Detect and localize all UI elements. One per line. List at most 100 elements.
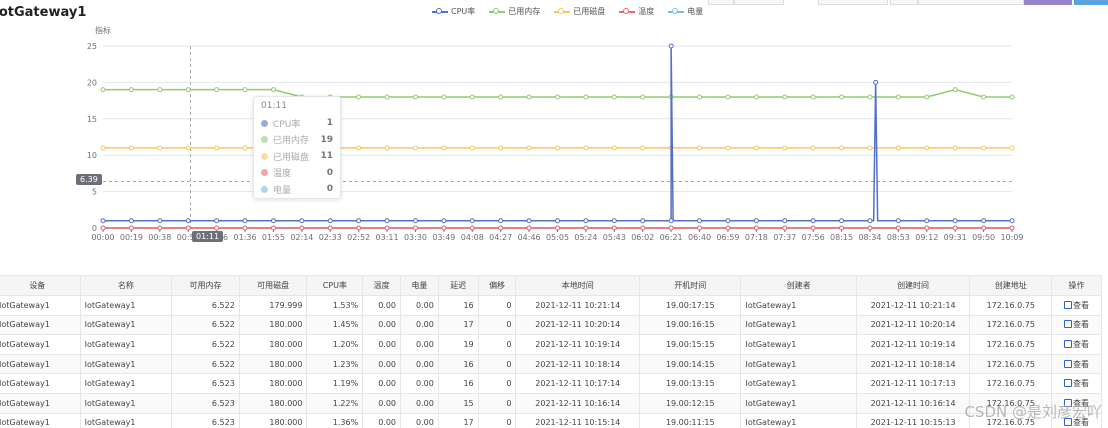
y-tick-label: 20: [87, 78, 97, 87]
table-header-row: 设备 名称 可用内存 可用磁盘 CPU率 温度 电量 延迟 偏移 本地时间 开机时间 创建者 创建时间创…: [0, 275, 1102, 296]
data-point: [583, 145, 589, 151]
table-cell: 6.522: [171, 353, 240, 375]
table-cell: 0: [477, 295, 517, 316]
table-row: IotGateway1 IotGateway1 6.523 180.000 1.36% 0…: [0, 412, 1102, 428]
data-point: [697, 94, 703, 100]
data-point: [725, 145, 731, 151]
series-line: [103, 45, 1012, 222]
column-header[interactable]: CPU率: [306, 275, 364, 296]
data-point: [157, 225, 163, 231]
x-tick-label: 05:43: [603, 233, 626, 242]
edit-icon: [1064, 379, 1073, 388]
x-tick-label: 06:40: [688, 233, 711, 242]
data-point: [981, 225, 987, 231]
data-point: [952, 225, 958, 231]
view-link[interactable]: 查看: [1051, 295, 1102, 316]
table-cell: 0.00: [400, 334, 439, 355]
view-link[interactable]: 查看: [1051, 373, 1102, 394]
device-link[interactable]: IotGateway1: [0, 314, 81, 336]
table-cell: 2021-12-11 10:21:14: [855, 295, 971, 316]
table-cell: 19.00:11:15: [639, 412, 742, 428]
table-row: IotGateway1 IotGateway1 6.523 180.000 1.22% 0…: [0, 392, 1102, 414]
column-header[interactable]: 创建时间: [855, 275, 971, 296]
column-header[interactable]: 可用磁盘: [238, 275, 308, 296]
view-label: 查看: [1073, 300, 1090, 310]
data-point: [412, 218, 418, 224]
table-cell: 16: [437, 353, 479, 375]
column-header[interactable]: 本地时间: [515, 275, 641, 296]
x-tick-label: 04:08: [461, 233, 484, 242]
data-point: [526, 218, 532, 224]
device-link[interactable]: IotGateway1: [0, 373, 81, 394]
column-header[interactable]: 设备: [0, 275, 81, 296]
series-dot-icon: [261, 152, 268, 160]
column-header[interactable]: 操作: [1051, 275, 1102, 296]
column-header[interactable]: 延迟: [437, 275, 479, 296]
data-point: [526, 225, 532, 231]
series-dot-icon: [261, 169, 268, 177]
data-point: [873, 79, 879, 85]
column-header[interactable]: 创建者: [740, 275, 857, 296]
table-cell: 179.999: [238, 295, 308, 316]
data-point: [668, 218, 674, 224]
data-point: [839, 218, 845, 224]
device-link[interactable]: IotGateway1: [0, 353, 81, 375]
tooltip-series-name: 已用内存: [273, 136, 310, 147]
tooltip-series-value: 0: [326, 184, 333, 195]
table-cell: 0: [477, 353, 517, 375]
column-header[interactable]: 名称: [79, 275, 173, 296]
column-header[interactable]: 温度: [362, 275, 402, 296]
data-point: [924, 218, 930, 224]
table-cell: 0.00: [362, 373, 402, 394]
table-cell: 180.000: [238, 412, 308, 428]
table-cell: 6.522: [171, 334, 240, 355]
device-link[interactable]: IotGateway1: [0, 295, 81, 316]
data-point: [839, 225, 845, 231]
data-point: [214, 218, 220, 224]
data-point: [185, 145, 191, 151]
data-point: [725, 218, 731, 224]
table-cell: IotGateway1: [740, 334, 857, 355]
tooltip-series-name: 温度: [273, 169, 292, 180]
table-cell: 1.53%: [306, 295, 364, 316]
data-point: [640, 218, 646, 224]
data-point: [526, 94, 532, 100]
x-tick-label: 02:33: [319, 233, 342, 242]
table-cell: 6.523: [171, 392, 240, 414]
device-link[interactable]: IotGateway1: [0, 412, 81, 428]
table-cell: 6.522: [171, 314, 240, 336]
data-point: [583, 218, 589, 224]
column-header[interactable]: 可用内存: [171, 275, 240, 296]
table-cell: 2021-12-11 10:18:14: [855, 353, 971, 375]
view-link[interactable]: 查看: [1051, 353, 1102, 375]
y-axis-label: 指标: [95, 25, 111, 35]
x-tick-label: 05:24: [574, 233, 597, 242]
table-cell: 180.000: [238, 314, 308, 336]
data-point: [981, 218, 987, 224]
data-point: [469, 145, 475, 151]
column-header[interactable]: 偏移: [477, 275, 517, 296]
data-point: [555, 145, 560, 151]
x-tick-label: 10:09: [1000, 233, 1023, 242]
data-point: [725, 94, 731, 100]
data-point: [1009, 218, 1015, 224]
edit-icon: [1064, 359, 1073, 368]
column-header[interactable]: 创建地址: [969, 275, 1053, 296]
table-cell: 0.00: [362, 295, 402, 316]
column-header[interactable]: 开机时间: [639, 275, 742, 296]
table-cell: 0.00: [362, 334, 402, 355]
column-header[interactable]: 电量: [400, 275, 439, 296]
device-link[interactable]: IotGateway1: [0, 334, 81, 355]
data-point: [214, 225, 220, 231]
data-point: [356, 94, 362, 100]
view-link[interactable]: 查看: [1051, 334, 1102, 355]
table-cell: 172.16.0.75: [969, 314, 1053, 336]
table-cell: 2021-12-11 10:17:14: [515, 373, 641, 394]
table-cell: 6.523: [171, 373, 240, 394]
device-link[interactable]: IotGateway1: [0, 392, 81, 414]
x-tick-label: 09:50: [972, 233, 995, 242]
data-point: [469, 94, 475, 100]
table-row: IotGateway1 IotGateway1 6.523 180.000 1.19% 0…: [0, 373, 1102, 394]
data-point: [753, 94, 759, 100]
view-link[interactable]: 查看: [1051, 314, 1102, 336]
